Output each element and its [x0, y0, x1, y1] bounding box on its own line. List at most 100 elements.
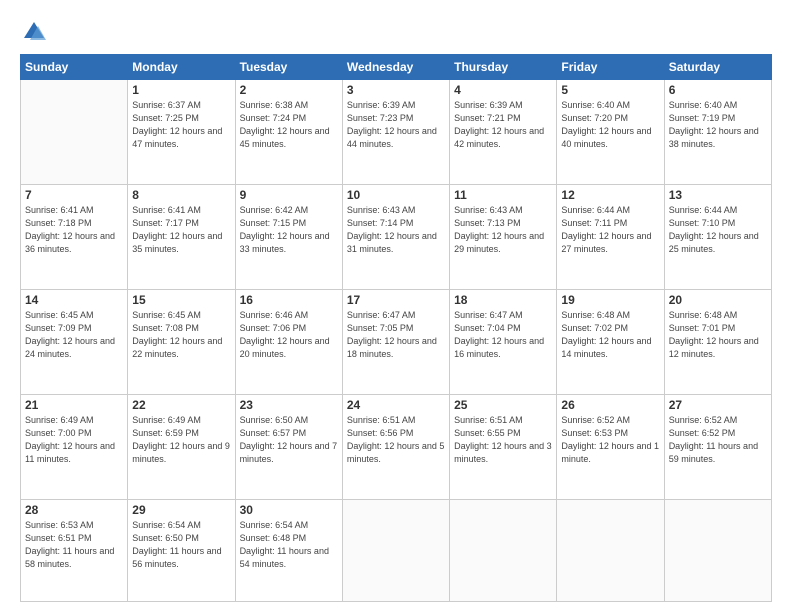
day-number: 25	[454, 398, 552, 412]
calendar-cell: 10 Sunrise: 6:43 AM Sunset: 7:14 PM Dayli…	[342, 184, 449, 289]
day-info: Sunrise: 6:47 AM Sunset: 7:04 PM Dayligh…	[454, 309, 552, 361]
day-number: 2	[240, 83, 338, 97]
weekday-header-saturday: Saturday	[664, 55, 771, 80]
calendar-cell	[21, 80, 128, 185]
calendar-cell: 25 Sunrise: 6:51 AM Sunset: 6:55 PM Dayli…	[450, 394, 557, 499]
day-info: Sunrise: 6:46 AM Sunset: 7:06 PM Dayligh…	[240, 309, 338, 361]
day-number: 16	[240, 293, 338, 307]
day-info: Sunrise: 6:49 AM Sunset: 7:00 PM Dayligh…	[25, 414, 123, 466]
header	[20, 18, 772, 46]
day-number: 28	[25, 503, 123, 517]
day-info: Sunrise: 6:44 AM Sunset: 7:10 PM Dayligh…	[669, 204, 767, 256]
calendar-cell: 29Sunrise: 6:54 AM Sunset: 6:50 PM Dayli…	[128, 499, 235, 601]
week-row-2: 7 Sunrise: 6:41 AM Sunset: 7:18 PM Daylig…	[21, 184, 772, 289]
week-row-3: 14Sunrise: 6:45 AM Sunset: 7:09 PM Dayli…	[21, 289, 772, 394]
calendar-cell: 3 Sunrise: 6:39 AM Sunset: 7:23 PM Daylig…	[342, 80, 449, 185]
day-number: 7	[25, 188, 123, 202]
week-row-5: 28 Sunrise: 6:53 AM Sunset: 6:51 PM Dayli…	[21, 499, 772, 601]
weekday-header-monday: Monday	[128, 55, 235, 80]
day-number: 26	[561, 398, 659, 412]
day-number: 24	[347, 398, 445, 412]
calendar-cell: 14Sunrise: 6:45 AM Sunset: 7:09 PM Dayli…	[21, 289, 128, 394]
day-info: Sunrise: 6:53 AM Sunset: 6:51 PM Dayligh…	[25, 519, 123, 571]
week-row-1: 1Sunrise: 6:37 AM Sunset: 7:25 PM Daylig…	[21, 80, 772, 185]
weekday-header-tuesday: Tuesday	[235, 55, 342, 80]
day-info: Sunrise: 6:51 AM Sunset: 6:55 PM Dayligh…	[454, 414, 552, 466]
calendar-cell: 13 Sunrise: 6:44 AM Sunset: 7:10 PM Dayli…	[664, 184, 771, 289]
day-number: 10	[347, 188, 445, 202]
day-number: 5	[561, 83, 659, 97]
calendar-cell: 8Sunrise: 6:41 AM Sunset: 7:17 PM Daylig…	[128, 184, 235, 289]
calendar-cell: 16 Sunrise: 6:46 AM Sunset: 7:06 PM Dayli…	[235, 289, 342, 394]
calendar-cell: 18 Sunrise: 6:47 AM Sunset: 7:04 PM Dayli…	[450, 289, 557, 394]
calendar-cell: 17 Sunrise: 6:47 AM Sunset: 7:05 PM Dayli…	[342, 289, 449, 394]
day-info: Sunrise: 6:51 AM Sunset: 6:56 PM Dayligh…	[347, 414, 445, 466]
calendar-cell: 27 Sunrise: 6:52 AM Sunset: 6:52 PM Dayli…	[664, 394, 771, 499]
week-row-4: 21 Sunrise: 6:49 AM Sunset: 7:00 PM Dayli…	[21, 394, 772, 499]
day-info: Sunrise: 6:49 AM Sunset: 6:59 PM Dayligh…	[132, 414, 230, 466]
day-number: 18	[454, 293, 552, 307]
day-number: 9	[240, 188, 338, 202]
calendar-table: SundayMondayTuesdayWednesdayThursdayFrid…	[20, 54, 772, 602]
day-info: Sunrise: 6:38 AM Sunset: 7:24 PM Dayligh…	[240, 99, 338, 151]
day-number: 4	[454, 83, 552, 97]
day-number: 12	[561, 188, 659, 202]
logo	[20, 18, 52, 46]
weekday-header-wednesday: Wednesday	[342, 55, 449, 80]
calendar-cell: 23Sunrise: 6:50 AM Sunset: 6:57 PM Dayli…	[235, 394, 342, 499]
day-info: Sunrise: 6:54 AM Sunset: 6:48 PM Dayligh…	[240, 519, 338, 571]
day-info: Sunrise: 6:43 AM Sunset: 7:13 PM Dayligh…	[454, 204, 552, 256]
calendar-cell: 30 Sunrise: 6:54 AM Sunset: 6:48 PM Dayli…	[235, 499, 342, 601]
day-number: 20	[669, 293, 767, 307]
logo-icon	[20, 18, 48, 46]
calendar-cell: 12 Sunrise: 6:44 AM Sunset: 7:11 PM Dayli…	[557, 184, 664, 289]
calendar-cell: 15 Sunrise: 6:45 AM Sunset: 7:08 PM Dayli…	[128, 289, 235, 394]
day-number: 3	[347, 83, 445, 97]
day-info: Sunrise: 6:42 AM Sunset: 7:15 PM Dayligh…	[240, 204, 338, 256]
day-info: Sunrise: 6:40 AM Sunset: 7:20 PM Dayligh…	[561, 99, 659, 151]
calendar-cell: 2 Sunrise: 6:38 AM Sunset: 7:24 PM Daylig…	[235, 80, 342, 185]
day-info: Sunrise: 6:45 AM Sunset: 7:08 PM Dayligh…	[132, 309, 230, 361]
day-info: Sunrise: 6:39 AM Sunset: 7:21 PM Dayligh…	[454, 99, 552, 151]
calendar-cell	[557, 499, 664, 601]
day-info: Sunrise: 6:47 AM Sunset: 7:05 PM Dayligh…	[347, 309, 445, 361]
day-info: Sunrise: 6:43 AM Sunset: 7:14 PM Dayligh…	[347, 204, 445, 256]
calendar-cell: 28 Sunrise: 6:53 AM Sunset: 6:51 PM Dayli…	[21, 499, 128, 601]
calendar-cell: 21 Sunrise: 6:49 AM Sunset: 7:00 PM Dayli…	[21, 394, 128, 499]
day-number: 15	[132, 293, 230, 307]
day-info: Sunrise: 6:39 AM Sunset: 7:23 PM Dayligh…	[347, 99, 445, 151]
day-number: 13	[669, 188, 767, 202]
calendar-cell: 5 Sunrise: 6:40 AM Sunset: 7:20 PM Daylig…	[557, 80, 664, 185]
calendar-cell	[664, 499, 771, 601]
calendar-cell: 7 Sunrise: 6:41 AM Sunset: 7:18 PM Daylig…	[21, 184, 128, 289]
day-number: 8	[132, 188, 230, 202]
day-number: 19	[561, 293, 659, 307]
day-number: 30	[240, 503, 338, 517]
day-info: Sunrise: 6:48 AM Sunset: 7:02 PM Dayligh…	[561, 309, 659, 361]
calendar-cell: 6 Sunrise: 6:40 AM Sunset: 7:19 PM Daylig…	[664, 80, 771, 185]
calendar-cell: 4 Sunrise: 6:39 AM Sunset: 7:21 PM Daylig…	[450, 80, 557, 185]
weekday-header-row: SundayMondayTuesdayWednesdayThursdayFrid…	[21, 55, 772, 80]
weekday-header-thursday: Thursday	[450, 55, 557, 80]
page: SundayMondayTuesdayWednesdayThursdayFrid…	[0, 0, 792, 612]
calendar-cell: 9 Sunrise: 6:42 AM Sunset: 7:15 PM Daylig…	[235, 184, 342, 289]
day-number: 17	[347, 293, 445, 307]
day-info: Sunrise: 6:44 AM Sunset: 7:11 PM Dayligh…	[561, 204, 659, 256]
calendar-cell: 20 Sunrise: 6:48 AM Sunset: 7:01 PM Dayli…	[664, 289, 771, 394]
calendar-cell: 19 Sunrise: 6:48 AM Sunset: 7:02 PM Dayli…	[557, 289, 664, 394]
calendar-cell	[450, 499, 557, 601]
calendar-cell: 26Sunrise: 6:52 AM Sunset: 6:53 PM Dayli…	[557, 394, 664, 499]
day-number: 27	[669, 398, 767, 412]
weekday-header-friday: Friday	[557, 55, 664, 80]
day-info: Sunrise: 6:41 AM Sunset: 7:18 PM Dayligh…	[25, 204, 123, 256]
calendar-cell: 11Sunrise: 6:43 AM Sunset: 7:13 PM Dayli…	[450, 184, 557, 289]
day-info: Sunrise: 6:40 AM Sunset: 7:19 PM Dayligh…	[669, 99, 767, 151]
day-number: 1	[132, 83, 230, 97]
day-info: Sunrise: 6:48 AM Sunset: 7:01 PM Dayligh…	[669, 309, 767, 361]
day-info: Sunrise: 6:52 AM Sunset: 6:52 PM Dayligh…	[669, 414, 767, 466]
day-info: Sunrise: 6:50 AM Sunset: 6:57 PM Dayligh…	[240, 414, 338, 466]
day-number: 6	[669, 83, 767, 97]
day-number: 21	[25, 398, 123, 412]
calendar-cell: 24 Sunrise: 6:51 AM Sunset: 6:56 PM Dayli…	[342, 394, 449, 499]
day-number: 29	[132, 503, 230, 517]
